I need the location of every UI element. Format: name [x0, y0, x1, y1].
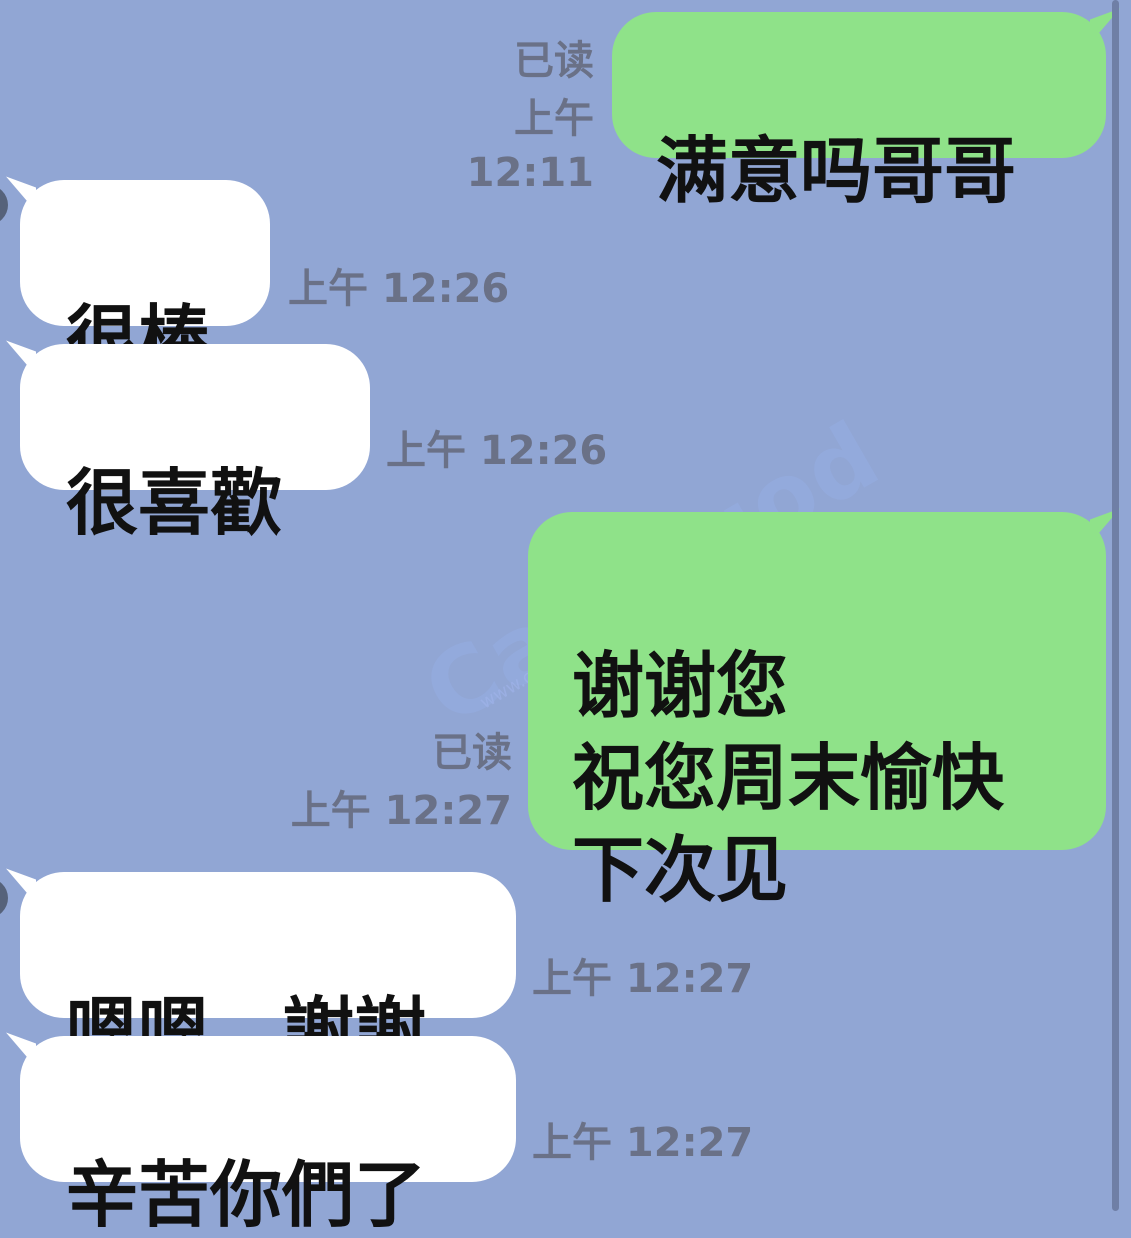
chat-view: 已读 上午 12:11 满意吗哥哥 很棒 上午 12:26 很喜歡 上午 12:… — [0, 0, 1131, 1237]
message-bubble-outgoing[interactable]: 谢谢您 祝您周末愉快 下次见 — [528, 512, 1106, 912]
message-timestamp: 上午 12:27 — [532, 1120, 754, 1166]
message-text: 辛苦你們了 — [66, 1153, 427, 1237]
message-bubble-incoming[interactable]: 嗯嗯。謝謝 — [20, 872, 516, 1073]
message-bubble-outgoing[interactable]: 满意吗哥哥 — [612, 12, 1106, 213]
message-bubble-incoming[interactable]: 辛苦你們了 — [20, 1036, 516, 1237]
message-text: 很喜歡 — [66, 461, 283, 545]
message-timestamp: 上午 12:27 — [290, 788, 512, 834]
message-text: 谢谢您 祝您周末愉快 下次见 — [572, 644, 1005, 912]
message-bubble-incoming[interactable]: 很棒 — [20, 180, 270, 381]
message-timestamp: 上午 12:11 — [466, 96, 594, 196]
message-bubble-incoming[interactable]: 很喜歡 — [20, 344, 370, 545]
scrollbar[interactable] — [1112, 0, 1119, 1211]
read-receipt: 已读 — [432, 730, 512, 776]
message-timestamp: 上午 12:26 — [288, 266, 510, 312]
message-timestamp: 上午 12:26 — [386, 428, 608, 474]
message-timestamp: 上午 12:27 — [532, 956, 754, 1002]
message-text: 满意吗哥哥 — [656, 129, 1017, 213]
read-receipt: 已读 — [514, 38, 594, 84]
